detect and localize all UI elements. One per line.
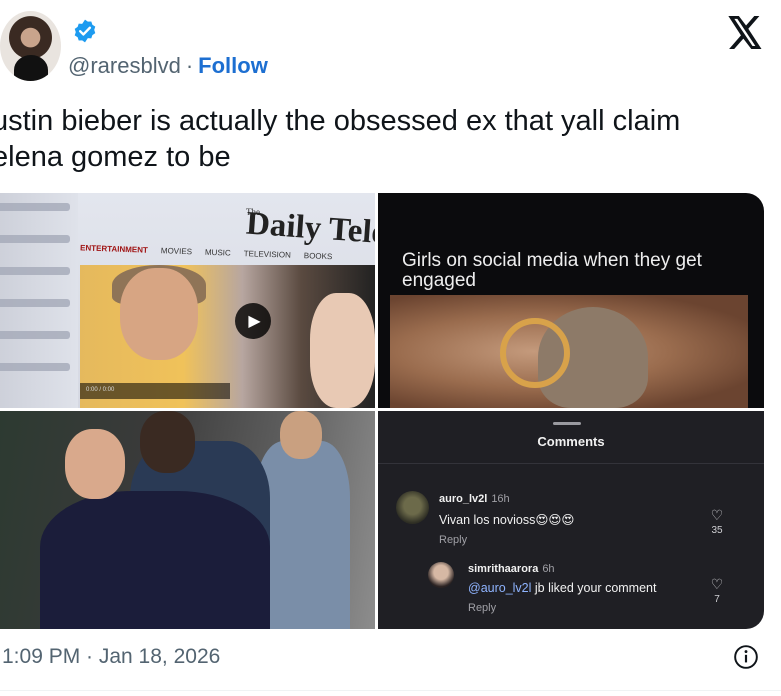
like-count: 35 [711,525,723,536]
comment-avatar [396,491,429,524]
photo-person-head [65,429,125,499]
media-image-article[interactable]: The Daily Teleg ENTERTAINMENT MOVIES MUSIC… [0,193,375,408]
media-image-comments[interactable]: Comments auro_lv2l 16h Vivan los novioss😍… [378,411,764,629]
x-logo-icon[interactable] [727,16,763,49]
like-count: 7 [714,594,720,605]
follow-button[interactable]: Follow [198,53,268,78]
info-icon[interactable] [733,644,759,670]
author-handle[interactable]: @raresblvd [68,53,181,78]
reply-mention: @auro_lv2l [468,581,532,595]
video-person2-face [310,293,375,408]
media-grid: The Daily Teleg ENTERTAINMENT MOVIES MUSIC… [0,193,764,629]
media-image-meme[interactable]: Girls on social media when they get enga… [378,193,764,408]
comment-time: 16h [491,493,510,505]
nav-item-movies: MOVIES [160,246,193,257]
nav-item-books: BOOKS [303,251,333,262]
tweet-text-line2: elena gomez to be [0,141,231,173]
photo-person-background-head [280,411,322,459]
sheet-drag-handle [553,422,581,425]
reply-user: simrithaarora 6h [468,563,555,575]
reply-username: simrithaarora [468,563,539,575]
comment-username: auro_lv2l [439,493,488,505]
tweet-timestamp[interactable]: 1:09 PM · Jan 18, 2026 [2,645,220,669]
meme-caption: Girls on social media when they get enga… [402,250,702,291]
comments-title: Comments [537,434,605,449]
verified-badge-icon [74,19,96,43]
reply-body: jb liked your comment [531,581,657,595]
photo-person2-head [140,411,195,473]
comment-text: Vivan los novioss😍😍😍 [439,513,575,527]
author-line: @raresblvd · Follow [68,53,268,79]
reply-link: Reply [439,534,468,546]
play-icon[interactable]: ▶ [235,303,271,339]
media-image-couple[interactable] [0,411,375,629]
heart-icon: ♡ [710,507,724,523]
tweet-text: ustin bieber is actually the obsessed ex… [0,103,752,175]
nav-item-entertainment: ENTERTAINMENT [79,243,149,255]
comment-user: auro_lv2l 16h [439,493,510,505]
reply-time: 6h [542,563,555,575]
photo-person-dress [40,491,270,629]
heart-icon: ♡ [710,576,724,592]
nav-item-television: TELEVISION [243,249,292,260]
reply-link: Reply [468,602,497,614]
browser-tabs-strip [0,193,78,408]
comments-divider [378,463,764,464]
reply-avatar [428,562,454,588]
author-avatar[interactable] [0,11,61,81]
comment-like: ♡ 35 [706,508,728,536]
tweet-text-line1: ustin bieber is actually the obsessed ex… [0,105,681,137]
reply-text: @auro_lv2l jb liked your comment [468,581,656,595]
reply-like: ♡ 7 [706,577,728,605]
nav-item-music: MUSIC [204,247,231,258]
video-person-face [120,268,198,360]
bottom-divider [0,690,781,691]
video-controls: 0:00 / 0:00 [80,383,230,399]
meme-ring [500,318,570,388]
newspaper-logo: Daily Teleg [244,205,375,253]
separator-dot: · [185,53,194,78]
